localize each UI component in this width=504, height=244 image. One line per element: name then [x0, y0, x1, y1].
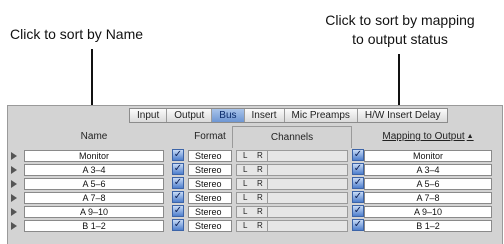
disclosure-triangle-icon[interactable]: [11, 222, 17, 230]
channel-divider: [267, 165, 268, 175]
checkmark-icon[interactable]: ✓: [172, 191, 184, 203]
channels-cell: LR: [236, 192, 348, 204]
channel-left-label: L: [243, 207, 248, 216]
channel-divider: [267, 151, 268, 161]
tab-insert[interactable]: Insert: [243, 109, 284, 122]
mapping-checkbox[interactable]: ✓: [352, 163, 364, 175]
table-row: A 9–10 ✓ Stereo L R ✓ A 9–10: [8, 205, 504, 219]
checkmark-icon[interactable]: ✓: [172, 219, 184, 231]
format-selector[interactable]: Stereo: [188, 178, 232, 190]
table-row: Monitor ✓ Stereo L R ✓ Monitor: [8, 149, 504, 163]
checkmark-icon[interactable]: ✓: [172, 177, 184, 189]
mapping-output-selector[interactable]: A 5–6: [364, 178, 492, 190]
sort-indicator-icon: ▲: [466, 133, 474, 140]
column-header-format[interactable]: Format: [188, 126, 232, 148]
format-selector[interactable]: Stereo: [188, 150, 232, 162]
disclosure-triangle-icon[interactable]: [11, 194, 17, 202]
mapping-output-selector[interactable]: A 3–4: [364, 164, 492, 176]
column-header-name[interactable]: Name: [24, 126, 164, 148]
table-row: A 7–8 ✓ Stereo L R ✓ A 7–8: [8, 191, 504, 205]
disclosure-triangle-icon[interactable]: [11, 152, 17, 160]
channel-divider: [267, 193, 268, 203]
tab-bus[interactable]: Bus: [211, 109, 244, 122]
channel-right-label: R: [257, 207, 263, 216]
channel-left-label: L: [243, 179, 248, 188]
channel-left-label: L: [243, 221, 248, 230]
mapping-checkbox[interactable]: ✓: [352, 191, 364, 203]
mapping-checkbox[interactable]: ✓: [352, 149, 364, 161]
channel-left-label: L: [243, 151, 248, 160]
channels-cell: LR: [236, 150, 348, 162]
column-header-mapping-to-output[interactable]: Mapping to Output ▲: [364, 126, 492, 148]
column-header-mapping-label: Mapping to Output: [382, 131, 465, 142]
channel-divider: [267, 221, 268, 231]
io-setup-window: Input Output Bus Insert Mic Preamps H/W Inser…: [7, 105, 503, 244]
checkmark-icon[interactable]: ✓: [172, 163, 184, 175]
mapping-checkbox[interactable]: ✓: [352, 219, 364, 231]
disclosure-triangle-icon[interactable]: [11, 166, 17, 174]
callout-sort-by-name: Click to sort by Name: [10, 26, 144, 42]
format-selector[interactable]: Stereo: [188, 192, 232, 204]
format-selector[interactable]: Stereo: [188, 206, 232, 218]
disclosure-triangle-icon[interactable]: [11, 208, 17, 216]
bus-name-field[interactable]: A 5–6: [24, 178, 164, 190]
table-row: B 1–2 ✓ Stereo L R ✓ B 1–2: [8, 219, 504, 233]
mapping-output-selector[interactable]: Monitor: [364, 150, 492, 162]
mapping-output-selector[interactable]: A 7–8: [364, 192, 492, 204]
tab-output[interactable]: Output: [166, 109, 211, 122]
table-row: A 3–4 ✓ Stereo L R ✓ A 3–4: [8, 163, 504, 177]
bus-name-field[interactable]: Monitor: [24, 150, 164, 162]
channels-cell: LR: [236, 164, 348, 176]
mapping-output-selector[interactable]: B 1–2: [364, 220, 492, 232]
table-row: A 5–6 ✓ Stereo L R ✓ A 5–6: [8, 177, 504, 191]
channel-right-label: R: [257, 221, 263, 230]
channels-cell: LR: [236, 178, 348, 190]
channel-right-label: R: [257, 193, 263, 202]
format-selector[interactable]: Stereo: [188, 220, 232, 232]
tab-mic-preamps[interactable]: Mic Preamps: [283, 109, 357, 122]
channel-divider: [267, 179, 268, 189]
channel-left-label: L: [243, 165, 248, 174]
checkmark-icon[interactable]: ✓: [172, 149, 184, 161]
bus-name-field[interactable]: A 3–4: [24, 164, 164, 176]
bus-name-field[interactable]: B 1–2: [24, 220, 164, 232]
mapping-output-selector[interactable]: A 9–10: [364, 206, 492, 218]
bus-name-field[interactable]: A 9–10: [24, 206, 164, 218]
bus-name-field[interactable]: A 7–8: [24, 192, 164, 204]
disclosure-triangle-icon[interactable]: [11, 180, 17, 188]
column-header-channels: Channels: [232, 126, 352, 148]
format-selector[interactable]: Stereo: [188, 164, 232, 176]
tab-bar: Input Output Bus Insert Mic Preamps H/W Inser…: [129, 108, 449, 123]
channels-cell: LR: [236, 206, 348, 218]
channel-right-label: R: [257, 165, 263, 174]
channels-cell: LR: [236, 220, 348, 232]
channel-left-label: L: [243, 193, 248, 202]
tab-h-w-insert-delay[interactable]: H/W Insert Delay: [356, 109, 448, 122]
callout-mapping-line-1: Click to sort by mapping: [325, 12, 475, 28]
channel-right-label: R: [257, 151, 263, 160]
channel-divider: [267, 207, 268, 217]
channel-right-label: R: [257, 179, 263, 188]
checkmark-icon[interactable]: ✓: [172, 205, 184, 217]
tab-input[interactable]: Input: [130, 109, 166, 122]
mapping-checkbox[interactable]: ✓: [352, 177, 364, 189]
callout-mapping-line-2: to output status: [352, 31, 448, 47]
mapping-checkbox[interactable]: ✓: [352, 205, 364, 217]
callout-sort-by-mapping: Click to sort by mapping to output statu…: [300, 11, 500, 49]
